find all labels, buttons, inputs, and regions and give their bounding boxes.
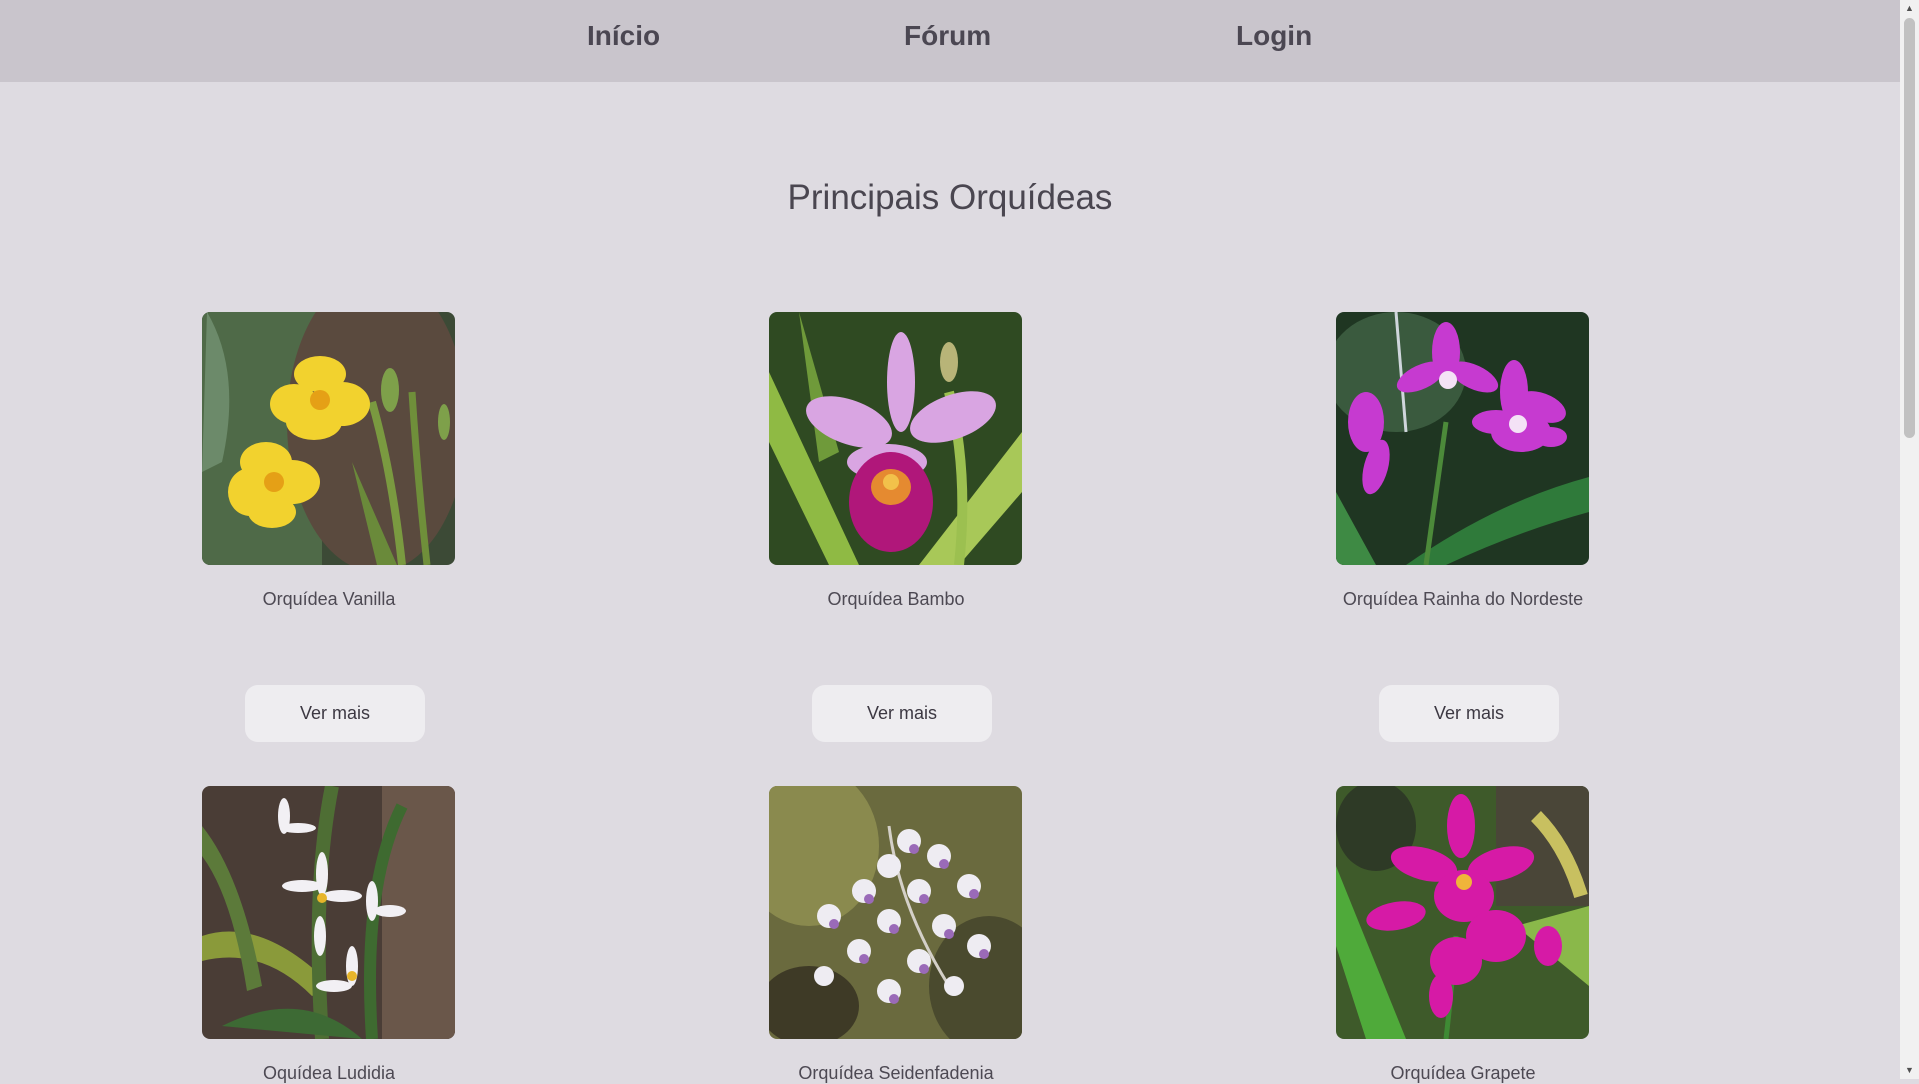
orchid-name: Orquídea Vanilla bbox=[262, 589, 396, 609]
nav-link-inicio[interactable]: Início bbox=[587, 20, 660, 52]
nav-link-forum[interactable]: Fórum bbox=[904, 20, 991, 52]
ver-mais-button[interactable]: Ver mais bbox=[812, 685, 992, 742]
nav-link-login[interactable]: Login bbox=[1236, 20, 1312, 52]
orchid-name: Orquídea Bambo bbox=[827, 589, 965, 609]
ver-mais-button[interactable]: Ver mais bbox=[1379, 685, 1559, 742]
top-navbar: Início Fórum Login bbox=[0, 0, 1900, 82]
orchid-name: Orquídea Rainha do Nordeste bbox=[1342, 589, 1584, 609]
orchid-image-seidenfadenia bbox=[769, 786, 1022, 1039]
scroll-down-arrow-icon[interactable]: ▼ bbox=[1900, 1062, 1919, 1079]
orchid-image-vanilla bbox=[202, 312, 455, 565]
orchid-name: Orquídea Seidenfadenia bbox=[798, 1063, 994, 1083]
orchid-image-grapete bbox=[1336, 786, 1589, 1039]
orchid-image-rainha-do-nordeste bbox=[1336, 312, 1589, 565]
orchid-name: Oquídea Ludidia bbox=[262, 1063, 396, 1083]
page-title: Principais Orquídeas bbox=[787, 178, 1113, 217]
page-scrollbar[interactable]: ▲ ▼ bbox=[1900, 0, 1919, 1079]
orchid-image-ludidia bbox=[202, 786, 455, 1039]
scrollbar-thumb[interactable] bbox=[1904, 18, 1915, 438]
ver-mais-button[interactable]: Ver mais bbox=[245, 685, 425, 742]
scroll-up-arrow-icon[interactable]: ▲ bbox=[1900, 0, 1919, 17]
orchid-name: Orquídea Grapete bbox=[1390, 1063, 1536, 1083]
orchid-image-bambo bbox=[769, 312, 1022, 565]
